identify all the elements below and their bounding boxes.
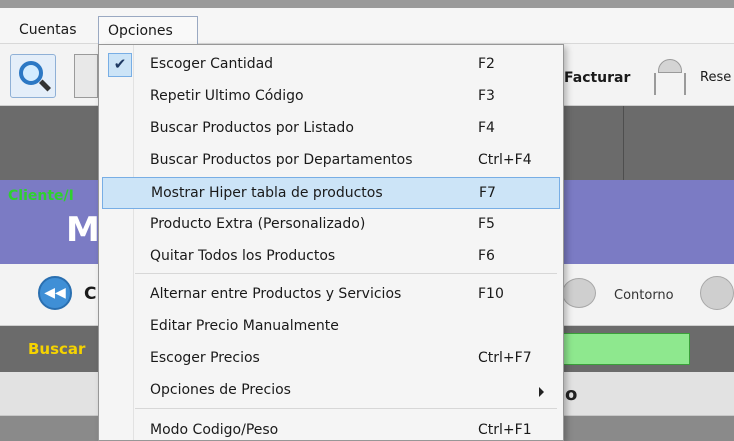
menu-item[interactable]: Alternar entre Productos y Servicios F10 <box>102 279 560 311</box>
menu-item[interactable]: ✔ Escoger Cantidad F2 <box>102 49 560 81</box>
submenu-arrow-icon <box>539 387 544 397</box>
checkmark-icon: ✔ <box>108 53 132 77</box>
menu-item[interactable]: Editar Precio Manualmente <box>102 311 560 343</box>
menu-item-shortcut: F4 <box>478 120 495 136</box>
facturar-button[interactable]: Facturar <box>564 70 630 86</box>
menu-item-label: Quitar Todos los Productos <box>150 248 336 264</box>
magnifier-handle <box>38 79 52 92</box>
menu-item[interactable]: Quitar Todos los Productos F6 <box>102 241 560 273</box>
search-tool-button[interactable] <box>10 54 56 98</box>
search-input[interactable] <box>563 333 690 365</box>
register-icon-base <box>654 73 686 95</box>
menu-item-label: Repetir Ultimo Código <box>150 88 304 104</box>
client-name: M <box>66 210 100 250</box>
menu-item-shortcut: F6 <box>478 248 495 264</box>
menu-item-shortcut: F10 <box>478 286 504 302</box>
menu-item[interactable]: Producto Extra (Personalizado) F5 <box>102 209 560 241</box>
menu-item-label: Mostrar Hiper tabla de productos <box>151 185 383 201</box>
document-tool-button[interactable] <box>74 54 98 98</box>
nav-label: C <box>84 284 97 304</box>
menu-item-label: Editar Precio Manualmente <box>150 318 339 334</box>
menu-separator <box>135 273 557 274</box>
table-header-label: o <box>565 384 578 405</box>
menu-item-shortcut: F5 <box>478 216 495 232</box>
menu-item-shortcut: Ctrl+F1 <box>478 422 532 438</box>
menu-item-label: Escoger Cantidad <box>150 56 274 72</box>
info-bar-divider <box>623 106 624 180</box>
menu-item-shortcut: Ctrl+F4 <box>478 152 532 168</box>
client-label: Cliente/I <box>8 188 74 204</box>
menu-item-shortcut: F2 <box>478 56 495 72</box>
menu-item-label: Buscar Productos por Listado <box>150 120 354 136</box>
menu-item[interactable]: Escoger Precios Ctrl+F7 <box>102 343 560 375</box>
menu-item-label: Modo Codigo/Peso <box>150 422 279 438</box>
menu-item-shortcut: F7 <box>479 185 496 201</box>
menu-separator <box>135 408 557 409</box>
menu-cuentas[interactable]: Cuentas <box>10 16 86 46</box>
contorno-button[interactable]: Contorno <box>614 288 674 303</box>
opciones-dropdown-menu: ✔ Escoger Cantidad F2 Repetir Ultimo Código… <box>98 44 564 441</box>
contorno-icon[interactable] <box>562 278 596 308</box>
menu-opciones[interactable]: Opciones <box>98 16 198 46</box>
menu-item[interactable]: Buscar Productos por Listado F4 <box>102 113 560 145</box>
menu-item-shortcut: F3 <box>478 88 495 104</box>
menu-item-label: Escoger Precios <box>150 350 260 366</box>
menu-item[interactable]: Opciones de Precios <box>102 375 560 407</box>
rewind-icon[interactable]: ◀◀ <box>38 276 72 310</box>
menu-bar: Cuentas Opciones <box>0 0 734 46</box>
menu-item-label: Alternar entre Productos y Servicios <box>150 286 402 302</box>
menu-item[interactable]: Modo Codigo/Peso Ctrl+F1 <box>102 415 560 441</box>
menu-item-label: Opciones de Precios <box>150 382 291 398</box>
register-icon-top <box>658 59 682 73</box>
reservar-button[interactable]: Rese <box>700 70 731 85</box>
menu-item-shortcut: Ctrl+F7 <box>478 350 532 366</box>
menu-item[interactable]: Buscar Productos por Departamentos Ctrl+F… <box>102 145 560 177</box>
menu-item[interactable]: Repetir Ultimo Código F3 <box>102 81 560 113</box>
menu-item-label: Buscar Productos por Departamentos <box>150 152 413 168</box>
remove-icon[interactable] <box>700 276 734 310</box>
menu-item[interactable]: Mostrar Hiper tabla de productos F7 <box>102 177 560 209</box>
register-icon[interactable] <box>650 59 690 97</box>
menu-item-label: Producto Extra (Personalizado) <box>150 216 366 232</box>
search-label: Buscar <box>28 340 86 358</box>
